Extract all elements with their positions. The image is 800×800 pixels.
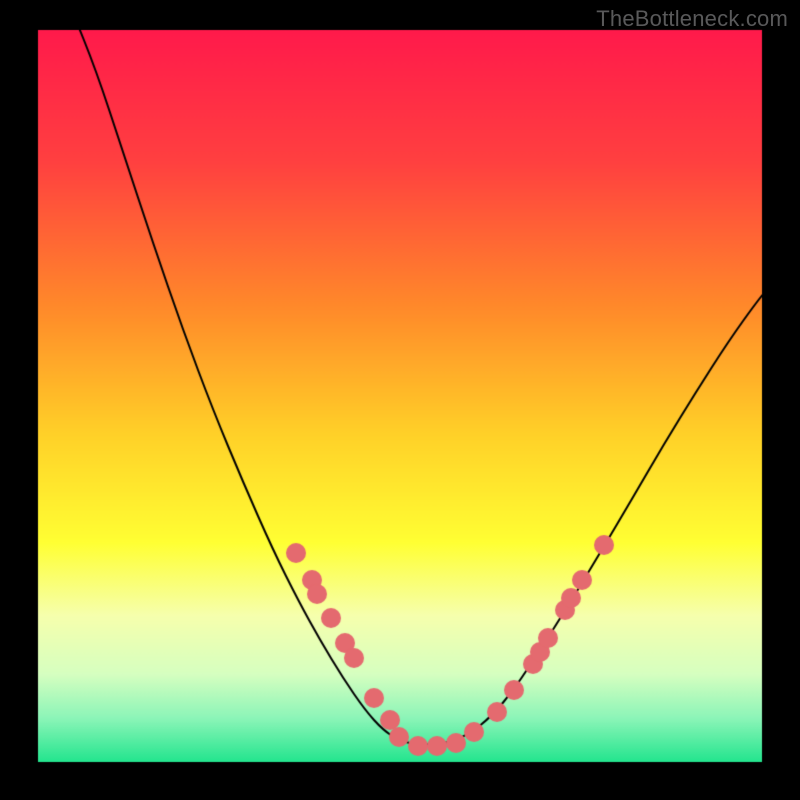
chart-canvas <box>0 0 800 800</box>
chart-root: TheBottleneck.com <box>0 0 800 800</box>
watermark-text: TheBottleneck.com <box>596 6 788 32</box>
